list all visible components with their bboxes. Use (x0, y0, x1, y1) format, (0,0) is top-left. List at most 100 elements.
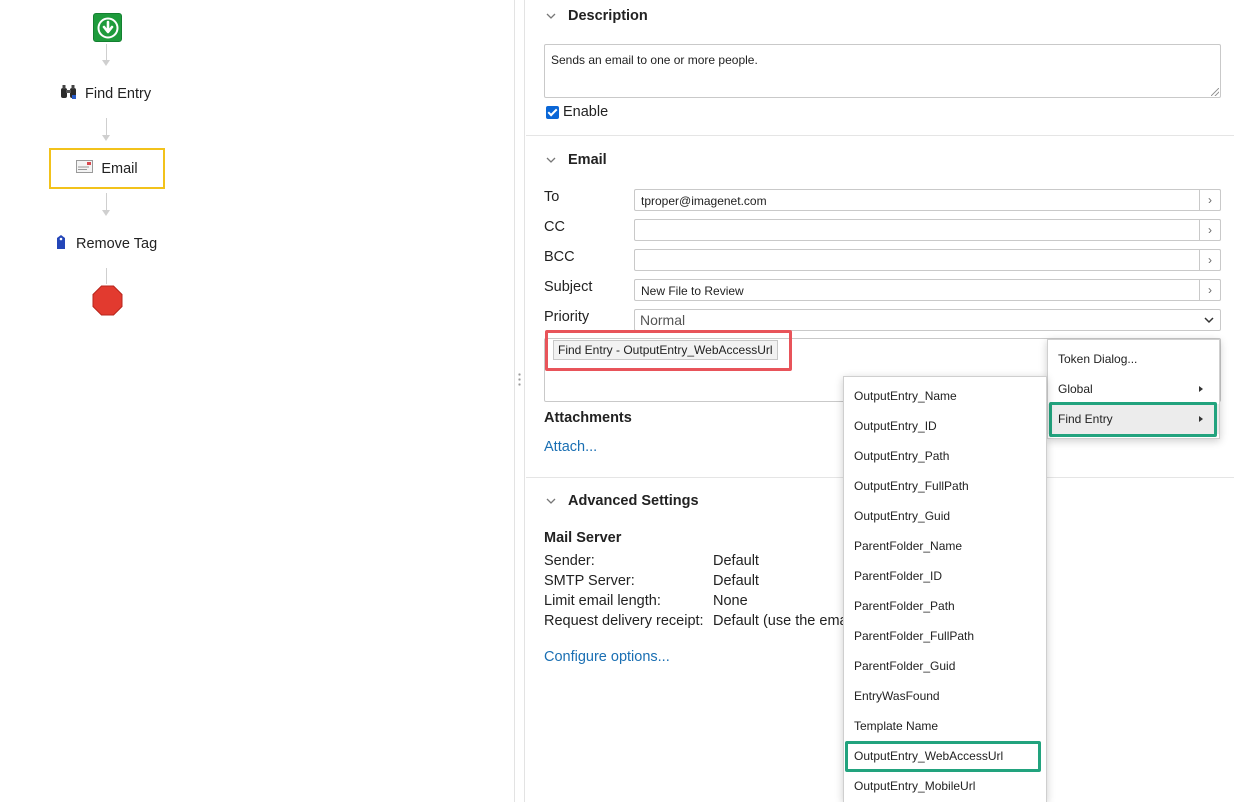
subject-field[interactable]: New File to Review › (634, 279, 1221, 301)
to-token-button[interactable]: › (1199, 189, 1221, 211)
menu-item-token[interactable]: OutputEntry_Guid (844, 501, 1046, 531)
attach-link[interactable]: Attach... (544, 439, 597, 455)
node-find-entry[interactable]: Find Entry (60, 84, 151, 104)
email-section-header[interactable]: Email (546, 152, 607, 168)
limit-length-value: None (713, 593, 748, 609)
stop-octagon-icon[interactable] (92, 285, 123, 316)
enable-checkbox[interactable] (546, 105, 559, 119)
connector-line (106, 193, 107, 211)
section-title: Email (568, 152, 607, 168)
menu-item-label: ParentFolder_FullPath (854, 629, 975, 643)
to-value: tproper@imagenet.com (641, 194, 767, 208)
attachments-title: Attachments (544, 410, 632, 426)
menu-item-token[interactable]: OutputEntry_Path (844, 441, 1046, 471)
menu-item-token[interactable]: ParentFolder_Path (844, 591, 1046, 621)
menu-item-token-dialog[interactable]: Token Dialog... (1048, 344, 1219, 374)
priority-select[interactable]: Normal (634, 309, 1221, 331)
to-label: To (544, 189, 560, 205)
sender-value: Default (713, 553, 759, 569)
connector-line (106, 118, 107, 136)
chevron-right-icon: › (1208, 223, 1212, 237)
cc-token-button[interactable]: › (1199, 219, 1221, 241)
web-access-url-highlight-box (845, 741, 1041, 772)
chevron-right-icon: › (1208, 253, 1212, 267)
menu-item-label: Global (1058, 382, 1093, 396)
binoculars-icon (60, 84, 77, 104)
priority-value: Normal (640, 312, 686, 328)
chevron-down-icon (546, 157, 556, 163)
node-email[interactable]: Email (49, 148, 165, 189)
find-entry-highlight-box (1049, 402, 1217, 437)
menu-item-token[interactable]: OutputEntry_MobileUrl (844, 771, 1046, 801)
menu-item-label: ParentFolder_Path (854, 599, 955, 613)
menu-item-token[interactable]: OutputEntry_Name (844, 381, 1046, 411)
resize-handle-icon[interactable] (1211, 88, 1219, 96)
subject-label: Subject (544, 279, 593, 295)
menu-item-label: OutputEntry_FullPath (854, 479, 969, 493)
delivery-receipt-value: Default (use the ema (713, 613, 848, 629)
menu-item-token[interactable]: OutputEntry_FullPath (844, 471, 1046, 501)
cc-field[interactable]: › (634, 219, 1221, 241)
drag-grip-icon (518, 372, 521, 388)
chevron-down-icon (1204, 317, 1214, 324)
mail-server-title: Mail Server (544, 530, 622, 546)
menu-item-label: EntryWasFound (854, 689, 940, 703)
tag-icon (54, 234, 68, 254)
node-label: Email (101, 160, 138, 177)
menu-item-label: OutputEntry_Name (854, 389, 957, 403)
section-title: Description (568, 8, 648, 24)
menu-item-label: Template Name (854, 719, 939, 733)
menu-item-global[interactable]: Global (1048, 374, 1219, 404)
subject-token-button[interactable]: › (1199, 279, 1221, 301)
to-field[interactable]: tproper@imagenet.com › (634, 189, 1221, 211)
chevron-down-icon (546, 498, 556, 504)
menu-item-token[interactable]: ParentFolder_Name (844, 531, 1046, 561)
cc-label: CC (544, 219, 565, 235)
menu-item-token[interactable]: ParentFolder_Guid (844, 651, 1046, 681)
configure-options-link[interactable]: Configure options... (544, 649, 670, 665)
chevron-right-icon: › (1208, 283, 1212, 297)
menu-item-label: ParentFolder_Name (854, 539, 963, 553)
menu-item-label: Token Dialog... (1058, 352, 1138, 366)
bcc-token-button[interactable]: › (1199, 249, 1221, 271)
menu-item-label: ParentFolder_Guid (854, 659, 956, 673)
sender-label: Sender: (544, 553, 595, 569)
bcc-label: BCC (544, 249, 575, 265)
advanced-section-header[interactable]: Advanced Settings (546, 493, 699, 509)
menu-item-label: OutputEntry_MobileUrl (854, 779, 976, 793)
node-label: Find Entry (85, 86, 152, 102)
menu-item-label: OutputEntry_ID (854, 419, 937, 433)
divider (526, 135, 1234, 136)
chevron-down-icon (546, 13, 556, 19)
menu-item-token[interactable]: ParentFolder_FullPath (844, 621, 1046, 651)
start-arrow-icon[interactable] (93, 13, 122, 42)
enable-checkbox-row[interactable]: Enable (546, 104, 608, 120)
connector-arrow (102, 135, 110, 141)
connector-line (106, 268, 107, 284)
menu-item-token[interactable]: EntryWasFound (844, 681, 1046, 711)
find-entry-submenu: OutputEntry_Name OutputEntry_ID OutputEn… (843, 376, 1047, 802)
menu-item-label: OutputEntry_Guid (854, 509, 951, 523)
connector-arrow (102, 210, 110, 216)
menu-item-token[interactable]: OutputEntry_ID (844, 411, 1046, 441)
section-title: Advanced Settings (568, 493, 699, 509)
menu-item-token[interactable]: ParentFolder_ID (844, 561, 1046, 591)
subject-value: New File to Review (641, 284, 744, 298)
menu-item-label: ParentFolder_ID (854, 569, 943, 583)
limit-length-label: Limit email length: (544, 593, 661, 609)
menu-item-label: OutputEntry_Path (854, 449, 950, 463)
submenu-arrow-icon (1199, 386, 1203, 392)
description-section-header[interactable]: Description (546, 8, 648, 24)
enable-label: Enable (563, 104, 609, 120)
bcc-field[interactable]: › (634, 249, 1221, 271)
panel-splitter[interactable] (514, 0, 525, 802)
workflow-canvas[interactable]: Find Entry Email Remove Tag (0, 0, 514, 802)
email-icon (76, 160, 94, 177)
priority-label: Priority (544, 309, 590, 325)
node-remove-tag[interactable]: Remove Tag (54, 234, 157, 254)
description-text: Sends an email to one or more people. (551, 53, 758, 67)
delivery-receipt-label: Request delivery receipt: (544, 613, 704, 629)
menu-item-token[interactable]: Template Name (844, 711, 1046, 741)
smtp-label: SMTP Server: (544, 573, 635, 589)
description-textarea[interactable]: Sends an email to one or more people. (544, 44, 1221, 98)
